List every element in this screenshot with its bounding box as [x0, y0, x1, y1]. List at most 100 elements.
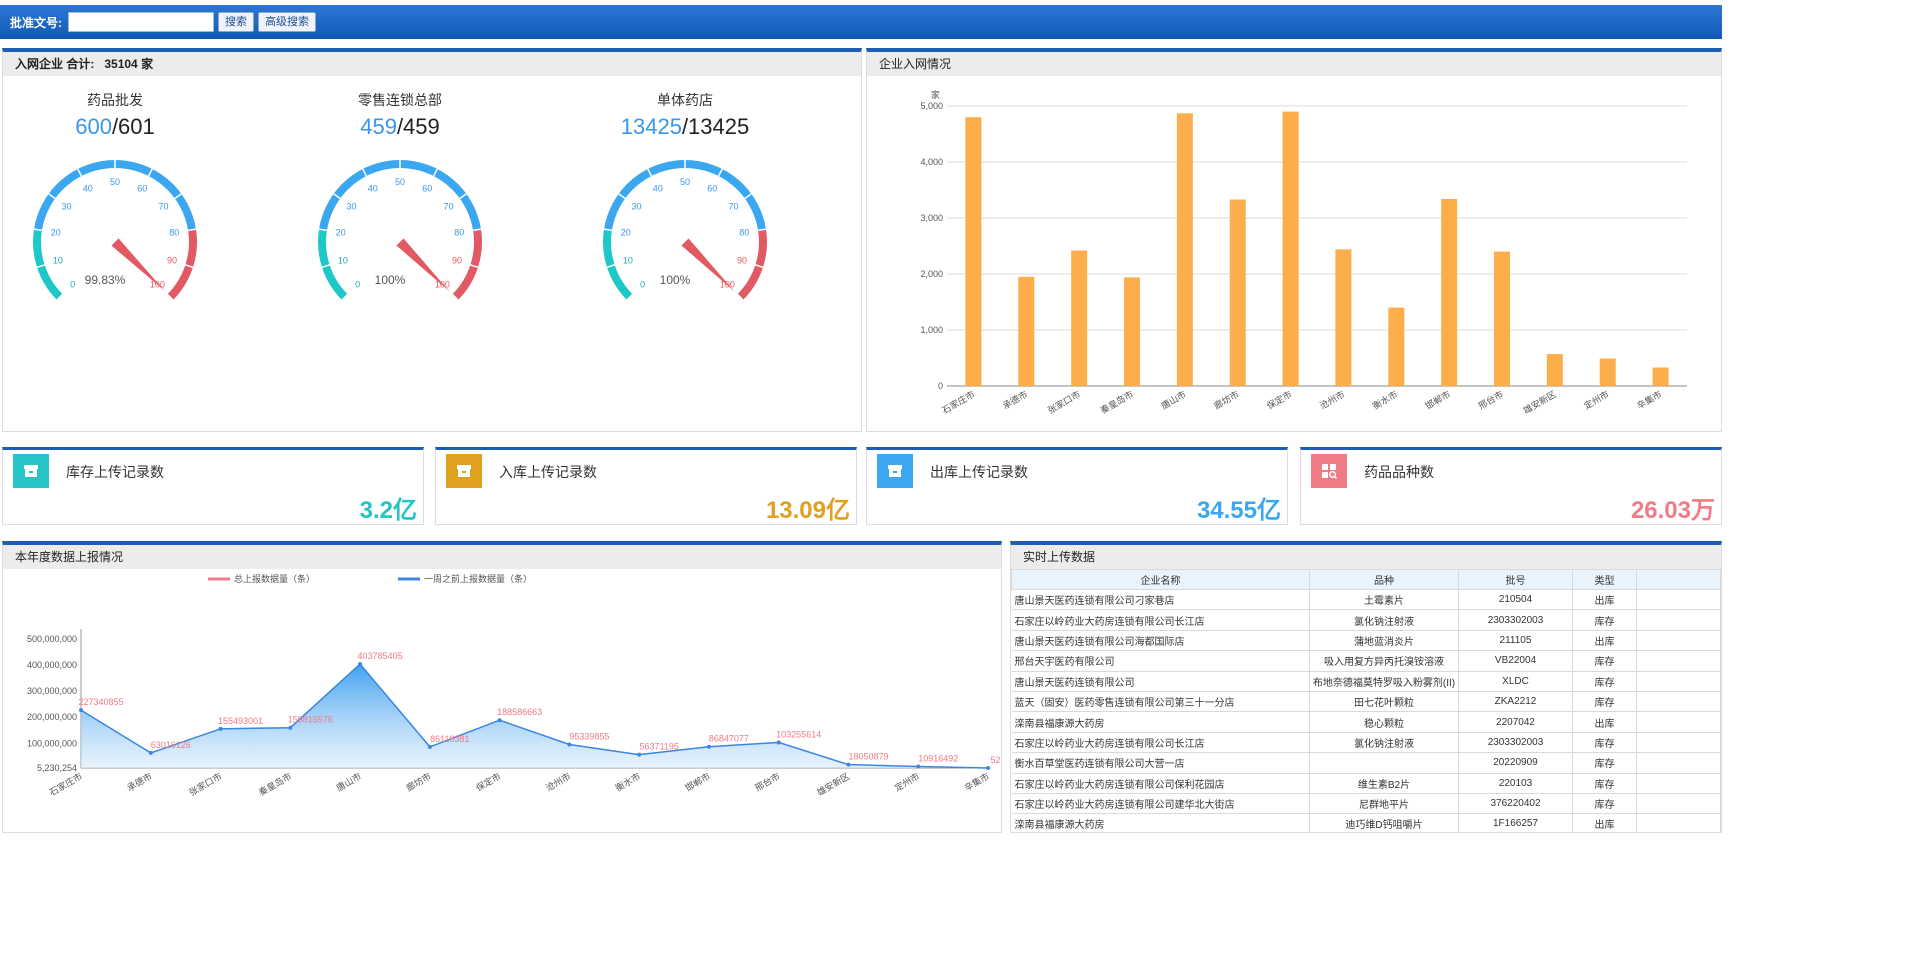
enterprise-cell: 石家庄以岭药业大药房连锁有限公司建华北大街店 — [1011, 793, 1310, 815]
x-tick-label: 张家口市 — [1045, 388, 1082, 416]
x-tick-label: 保定市 — [474, 770, 503, 793]
gauge-tick-label: 30 — [631, 202, 641, 212]
blank-cell — [1636, 671, 1721, 692]
search-input[interactable] — [68, 12, 214, 32]
bar — [1229, 199, 1246, 386]
enterprise-cell: 唐山景天医药连锁有限公司刁家巷店 — [1011, 589, 1310, 611]
table-row[interactable]: 石家庄以岭药业大药房连锁有限公司建华北大街店 尼群地平片 376220402 库存 — [1011, 793, 1721, 815]
gauge-tick-label: 10 — [53, 256, 63, 266]
gauge-tick-label: 80 — [454, 228, 464, 238]
data-label: 227340855 — [78, 697, 123, 707]
table-row[interactable]: 唐山景天医药连锁有限公司 布地奈德福莫特罗吸入粉雾剂(II) XLDC 库存 — [1011, 671, 1721, 692]
table-row[interactable]: 唐山景天医药连锁有限公司刁家巷店 土霉素片 210504 出库 — [1011, 589, 1721, 611]
gauge-tick-label: 60 — [137, 184, 147, 194]
data-label: 10916492 — [918, 754, 958, 764]
column-header[interactable]: 企业名称 — [1011, 569, 1310, 590]
blank-cell — [1636, 732, 1721, 754]
blank-cell — [1636, 691, 1721, 713]
gauge-count: 13425/13425 — [585, 114, 785, 140]
search-button[interactable]: 搜索 — [218, 12, 254, 32]
table-header-row: 企业名称 品种 批号 类型 — [1011, 569, 1721, 590]
card-title: 库存上传记录数 — [66, 464, 164, 480]
data-label: 188586663 — [497, 707, 542, 717]
gauge-percent-label: 99.83% — [85, 273, 126, 287]
x-tick-label: 衡水市 — [613, 770, 642, 793]
data-label: 95339855 — [569, 732, 609, 742]
bar — [1494, 251, 1510, 386]
panel-title: 实时上传数据 — [1011, 545, 1721, 569]
gauge-tick-label: 40 — [653, 184, 663, 194]
enterprise-cell: 石家庄以岭药业大药房连锁有限公司长江店 — [1011, 732, 1310, 754]
y-axis-unit: 家 — [931, 89, 940, 100]
bar — [1124, 277, 1140, 386]
y-tick-label: 3,000 — [920, 213, 943, 223]
variety-cell: 尼群地平片 — [1309, 793, 1459, 815]
x-tick-label: 定州市 — [1582, 388, 1611, 411]
enterprise-cell: 唐山景天医药连锁有限公司海都国际店 — [1011, 630, 1310, 652]
gauge-total: /459 — [396, 114, 440, 139]
data-point — [706, 744, 711, 749]
variety-cell: 布地奈德福莫特罗吸入粉雾剂(II) — [1309, 671, 1459, 692]
table-row[interactable]: 蓝天（固安）医药零售连锁有限公司第三十一分店 田七花叶颗粒 ZKA2212 库存 — [1011, 691, 1721, 713]
x-tick-label: 保定市 — [1265, 388, 1294, 411]
blank-cell — [1636, 752, 1721, 774]
data-label: 56371195 — [639, 742, 678, 752]
blank-cell — [1636, 813, 1721, 832]
gauge-tick-label: 90 — [452, 256, 462, 266]
x-tick-label: 定州市 — [892, 770, 921, 793]
blank-cell — [1636, 773, 1721, 794]
card-value: 26.03万 — [1630, 497, 1715, 524]
data-label: 403785405 — [358, 651, 403, 661]
archive-icon — [13, 454, 49, 488]
column-header[interactable]: 品种 — [1309, 569, 1459, 590]
x-tick-label: 邯郸市 — [1423, 388, 1452, 411]
variety-cell: 迪巧维D钙咀嚼片 — [1309, 813, 1459, 832]
table-row[interactable]: 石家庄以岭药业大药房连锁有限公司长江店 氯化钠注射液 2303302003 库存 — [1011, 732, 1721, 754]
x-tick-label: 辛集市 — [962, 770, 991, 793]
gauge-count: 459/459 — [300, 114, 500, 140]
table-row[interactable]: 石家庄以岭药业大药房连锁有限公司保利花园店 维生素B2片 220103 库存 — [1011, 773, 1721, 794]
blank-cell — [1636, 711, 1721, 733]
table-row[interactable]: 石家庄以岭药业大药房连锁有限公司长江店 氯化钠注射液 2303302003 库存 — [1011, 609, 1721, 631]
enterprise-cell: 滦南县福康源大药房 — [1011, 813, 1310, 832]
y-tick-label: 300,000,000 — [27, 686, 77, 696]
gauge-arc-mid — [34, 160, 196, 231]
blank-cell — [1636, 630, 1721, 652]
type-cell: 库存 — [1572, 793, 1637, 815]
table-row[interactable]: 邢台天宇医药有限公司 吸入用复方异丙托溴铵溶液 VB22004 库存 — [1011, 650, 1721, 672]
y-tick-label: 4,000 — [920, 157, 943, 167]
gauge-tick-label: 0 — [640, 279, 645, 289]
x-tick-label: 沧州市 — [1318, 388, 1347, 411]
table-row[interactable]: 滦南县福康源大药房 迪巧维D钙咀嚼片 1F166257 出库 — [1011, 813, 1721, 832]
column-header[interactable]: 批号 — [1458, 569, 1573, 590]
advanced-search-button[interactable]: 高级搜索 — [258, 12, 316, 32]
gauge-count: 600/601 — [15, 114, 215, 140]
y-tick-label: 5,000 — [920, 101, 943, 111]
table-row[interactable]: 唐山景天医药连锁有限公司海都国际店 蒲地蓝消炎片 211105 出库 — [1011, 630, 1721, 652]
bar — [1335, 249, 1352, 386]
y-tick-label: 500,000,000 — [27, 634, 77, 644]
data-label: 103255614 — [776, 729, 821, 739]
data-point — [986, 765, 990, 770]
table-row[interactable]: 滦南县福康源大药房 稳心颗粒 2207042 出库 — [1011, 711, 1721, 733]
gauge-tick-label: 10 — [623, 256, 633, 266]
x-tick-label: 廊坊市 — [404, 770, 433, 793]
data-point — [218, 726, 223, 731]
x-tick-label: 邢台市 — [753, 770, 782, 793]
table-row[interactable]: 衡水百草堂医药连锁有限公司大营一店 20220909 库存 — [1011, 752, 1721, 774]
gauge-tick-label: 80 — [169, 228, 179, 238]
gauge-tick-label: 20 — [336, 228, 346, 238]
batch-cell: 376220402 — [1458, 793, 1573, 815]
type-cell: 出库 — [1572, 589, 1637, 611]
gauge-tick-label: 0 — [355, 279, 360, 289]
batch-cell: 20220909 — [1458, 752, 1573, 774]
enterprise-cell: 蓝天（固安）医药零售连锁有限公司第三十一分店 — [1011, 691, 1310, 713]
batch-cell: 210504 — [1458, 589, 1573, 611]
gauge-tick-label: 0 — [70, 279, 75, 289]
stat-card-stock: 库存上传记录数 3.2亿 — [2, 447, 424, 525]
column-header[interactable]: 类型 — [1572, 569, 1637, 590]
variety-cell — [1309, 752, 1459, 774]
variety-cell: 氯化钠注射液 — [1309, 732, 1459, 754]
type-cell: 库存 — [1572, 691, 1637, 713]
gauge-tick-label: 70 — [444, 202, 454, 212]
